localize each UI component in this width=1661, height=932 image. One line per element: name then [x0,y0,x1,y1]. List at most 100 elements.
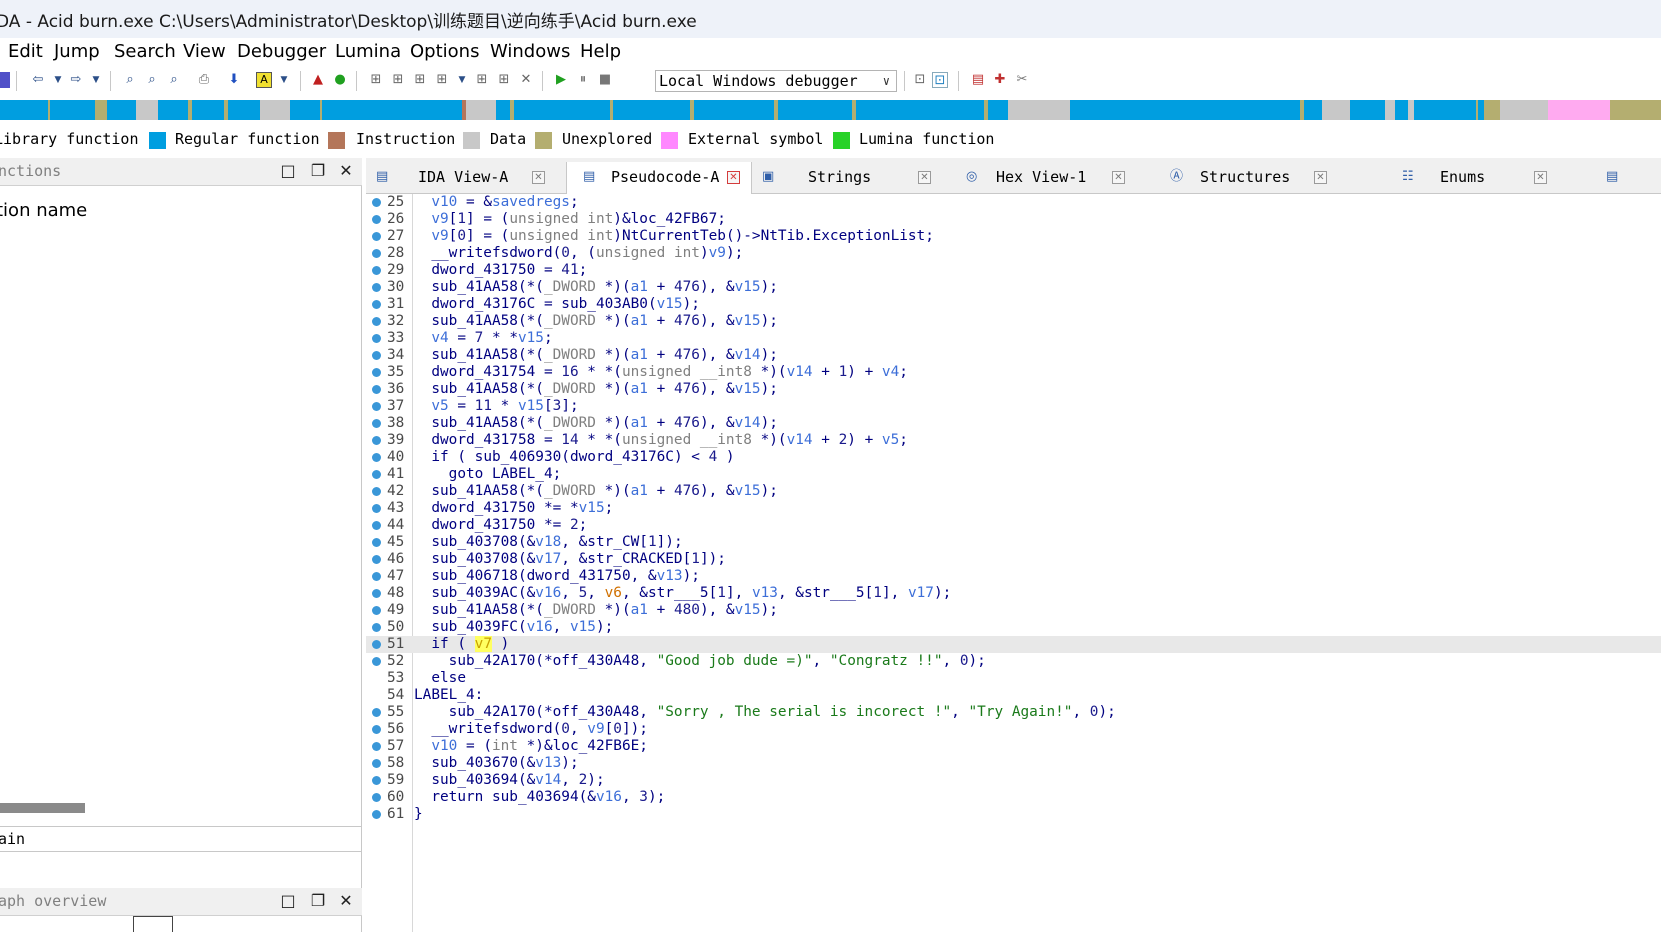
close-icon[interactable]: ✕ [336,891,356,911]
breakpoint-dot-icon[interactable] [372,725,381,734]
code-line[interactable]: 59 sub_403694(&v14, 2); [366,772,1661,789]
breakpoint-dot-icon[interactable] [372,657,381,666]
forward-arrow-icon[interactable]: ⇨ [68,72,84,88]
menu-help[interactable]: Help [580,41,621,62]
code-line[interactable]: 55 sub_42A170(*off_430A48, "Sorry , The … [366,704,1661,721]
immediate-search-icon[interactable]: ⌕ [166,72,182,88]
code-text[interactable]: v10 = &savedregs; [414,194,578,211]
maximize-icon[interactable]: □ [278,161,298,181]
menu-windows[interactable]: Windows [490,41,570,62]
breakpoint-dot-icon[interactable] [372,810,381,819]
code-line[interactable]: 57 v10 = (int *)&loc_42FB6E; [366,738,1661,755]
code-text[interactable]: } [414,806,423,823]
save-icon[interactable] [0,72,10,88]
breakpoint-dot-icon[interactable] [372,249,381,258]
code-text[interactable]: sub_42A170(*off_430A48, "Good job dude =… [414,653,986,670]
code-text[interactable]: sub_403708(&v17, &str_CRACKED[1]); [414,551,726,568]
breakpoint-dot-icon[interactable] [372,572,381,581]
close-icon[interactable]: ✕ [1314,171,1327,184]
code-text[interactable]: sub_41AA58(*(_DWORD *)(a1 + 476), &v15); [414,313,778,330]
graph-icon[interactable]: ⊞ [390,72,406,88]
code-line[interactable]: 43 dword_431750 *= *v15; [366,500,1661,517]
code-line[interactable]: 52 sub_42A170(*off_430A48, "Good job dud… [366,653,1661,670]
close-icon[interactable]: ✕ [727,171,740,184]
code-text[interactable]: __writefsdword(0, (unsigned int)v9); [414,245,743,262]
breakpoint-dot-icon[interactable] [372,283,381,292]
code-text[interactable]: sub_41AA58(*(_DWORD *)(a1 + 476), &v15); [414,279,778,296]
code-text[interactable]: sub_403670(&v13); [414,755,578,772]
graph-icon[interactable]: ⊞ [474,72,490,88]
breakpoint-dot-icon[interactable] [372,385,381,394]
breakpoint-dot-icon[interactable] [372,742,381,751]
chevron-down-icon[interactable]: ▼ [454,72,470,88]
breakpoint-dot-icon[interactable] [372,470,381,479]
code-line[interactable]: 46 sub_403708(&v17, &str_CRACKED[1]); [366,551,1661,568]
breakpoint-dot-icon[interactable] [372,640,381,649]
code-line[interactable]: 44 dword_431750 *= 2; [366,517,1661,534]
menu-lumina[interactable]: Lumina [335,41,401,62]
code-line[interactable]: 38 sub_41AA58(*(_DWORD *)(a1 + 476), &v1… [366,415,1661,432]
graph-icon[interactable]: ⊞ [496,72,512,88]
graph-icon[interactable]: ⊞ [412,72,428,88]
code-line[interactable]: 29 dword_431750 = 41; [366,262,1661,279]
code-text[interactable]: sub_403708(&v18, &str_CW[1]); [414,534,682,551]
breakpoint-dot-icon[interactable] [372,776,381,785]
breakpoint-dot-icon[interactable] [372,419,381,428]
breakpoint-dot-icon[interactable] [372,487,381,496]
code-text[interactable]: goto LABEL_4; [414,466,562,483]
code-text[interactable]: sub_4039AC(&v16, 5, v6, &str___5[1], v13… [414,585,951,602]
pause-icon[interactable]: ⏸ [575,72,591,88]
code-text[interactable]: dword_431750 *= *v15; [414,500,613,517]
code-text[interactable]: dword_431750 = 41; [414,262,587,279]
code-line[interactable]: 53 else [366,670,1661,687]
code-line[interactable]: 58 sub_403670(&v13); [366,755,1661,772]
code-text[interactable]: sub_41AA58(*(_DWORD *)(a1 + 480), &v15); [414,602,778,619]
code-text[interactable]: sub_41AA58(*(_DWORD *)(a1 + 476), &v15); [414,381,778,398]
code-text[interactable]: sub_4039FC(v16, v15); [414,619,613,636]
menu-search[interactable]: Search [114,41,176,62]
code-line[interactable]: 51 if ( v7 ) [366,636,1661,653]
breakpoint-dot-icon[interactable] [372,555,381,564]
code-text[interactable]: dword_43176C = sub_403AB0(v15); [414,296,700,313]
breakpoint-dot-icon[interactable] [372,793,381,802]
code-line[interactable]: 25 v10 = &savedregs; [366,194,1661,211]
restore-icon[interactable]: ❐ [308,161,328,181]
breakpoint-dot-icon[interactable] [372,215,381,224]
binary-search-icon[interactable]: ⌕ [122,72,138,88]
menu-options[interactable]: Options [410,41,479,62]
attach-icon[interactable]: ⊡ [912,72,928,88]
close-icon[interactable]: ✕ [518,72,534,88]
code-line[interactable]: 26 v9[1] = (unsigned int)&loc_42FB67; [366,211,1661,228]
code-line[interactable]: 32 sub_41AA58(*(_DWORD *)(a1 + 476), &v1… [366,313,1661,330]
code-line[interactable]: 39 dword_431758 = 14 * *(unsigned __int8… [366,432,1661,449]
code-line[interactable]: 45 sub_403708(&v18, &str_CW[1]); [366,534,1661,551]
breakpoint-dot-icon[interactable] [372,351,381,360]
breakpoint-dot-icon[interactable] [372,266,381,275]
tab-pseudocode-a[interactable]: ▤ Pseudocode-A ✕ [566,162,752,195]
menu-edit[interactable]: Edit [8,41,43,62]
code-line[interactable]: 37 v5 = 11 * v15[3]; [366,398,1661,415]
close-icon[interactable]: ✕ [336,161,356,181]
breakpoint-list-icon[interactable]: ▤ [970,72,986,88]
code-line[interactable]: 54 LABEL_4: [366,687,1661,704]
breakpoint-dot-icon[interactable] [372,623,381,632]
pseudocode-view[interactable]: 25 v10 = &savedregs; 26 v9[1] = (unsigned… [366,194,1661,932]
breakpoint-dot-icon[interactable] [372,504,381,513]
breakpoint-dot-icon[interactable] [372,606,381,615]
breakpoint-dot-icon[interactable] [372,300,381,309]
code-text[interactable]: else [414,670,466,687]
code-text[interactable]: sub_41AA58(*(_DWORD *)(a1 + 476), &v14); [414,415,778,432]
restore-icon[interactable]: ❐ [308,891,328,911]
code-text[interactable]: sub_406718(dword_431750, &v13); [414,568,700,585]
tools-icon[interactable]: ✂ [1014,72,1030,88]
breakpoint-dot-icon[interactable] [372,589,381,598]
tab-hex-view-1[interactable]: ◎ Hex View-1 ✕ [956,162,1152,194]
function-name-column-header[interactable]: tion name [0,200,87,221]
breakpoint-dot-icon[interactable] [372,368,381,377]
breakpoint-dot-icon[interactable] [372,334,381,343]
code-line[interactable]: 36 sub_41AA58(*(_DWORD *)(a1 + 476), &v1… [366,381,1661,398]
breakpoint-dot-icon[interactable] [372,708,381,717]
code-text[interactable]: dword_431750 *= 2; [414,517,587,534]
code-text[interactable]: if ( v7 ) [414,636,509,653]
close-icon[interactable]: ✕ [918,171,931,184]
